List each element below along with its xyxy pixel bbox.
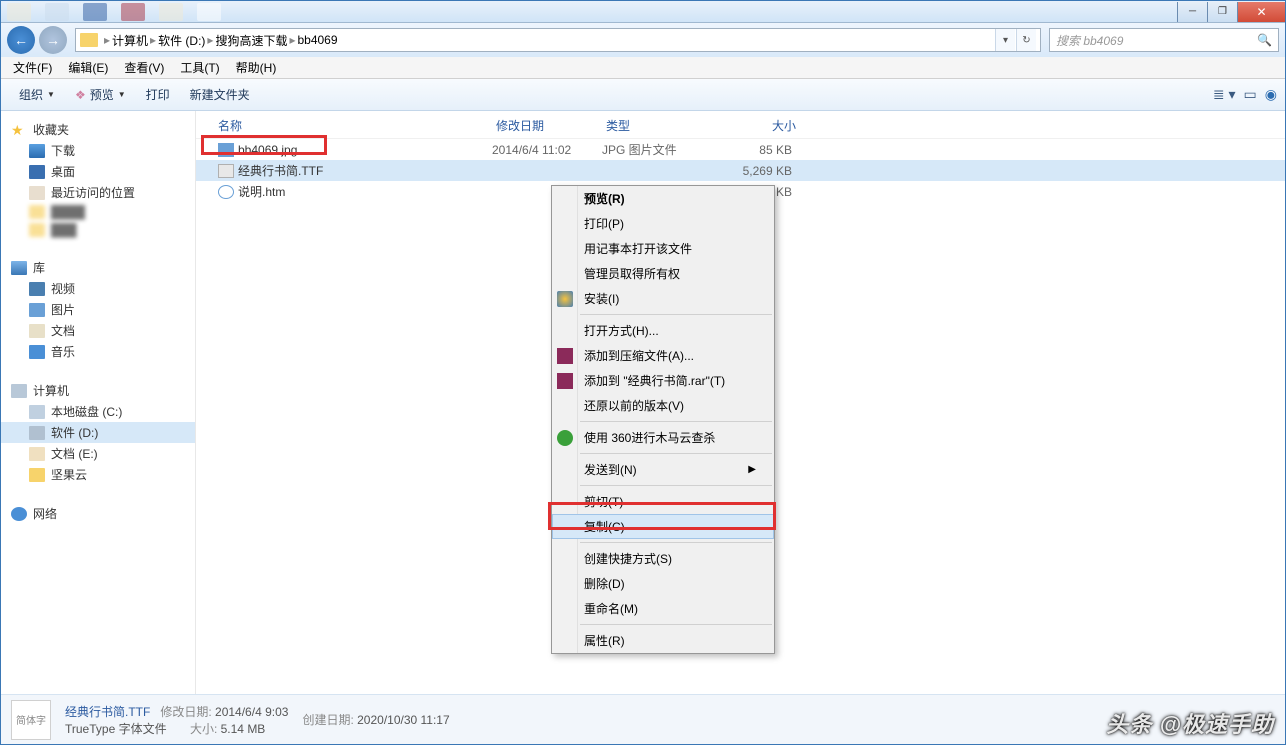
newfolder-button[interactable]: 新建文件夹 xyxy=(180,83,260,106)
bc-part[interactable]: 搜狗高速下载 xyxy=(215,32,287,49)
sidebar-item-music[interactable]: 音乐 xyxy=(1,341,195,362)
menu-view[interactable]: 查看(V) xyxy=(116,57,172,78)
rar-icon xyxy=(557,348,573,364)
sidebar-item-disk-d[interactable]: 软件 (D:) xyxy=(1,422,195,443)
jpg-icon xyxy=(218,143,234,157)
status-modified: 2014/6/4 9:03 xyxy=(215,705,288,719)
ctx-install[interactable]: 安装(I) xyxy=(552,286,774,311)
search-input[interactable]: 搜索 bb4069 🔍 xyxy=(1049,28,1279,52)
sidebar-item-jianguoyun[interactable]: 坚果云 xyxy=(1,464,195,485)
preview-button[interactable]: ❖预览▼ xyxy=(65,83,136,106)
ctx-copy[interactable]: 复制(C) xyxy=(552,514,774,539)
taskbar-icon xyxy=(45,3,69,21)
close-button[interactable]: ✕ xyxy=(1237,2,1285,22)
sidebar-item-pictures[interactable]: 图片 xyxy=(1,299,195,320)
file-row[interactable]: bb4069.jpg 2014/6/4 11:02 JPG 图片文件 85 KB xyxy=(196,139,1285,160)
ctx-rename[interactable]: 重命名(M) xyxy=(552,596,774,621)
ctx-restore[interactable]: 还原以前的版本(V) xyxy=(552,393,774,418)
taskbar-icon xyxy=(159,3,183,21)
ctx-delete[interactable]: 删除(D) xyxy=(552,571,774,596)
sidebar-item-disk-e[interactable]: 文档 (E:) xyxy=(1,443,195,464)
htm-icon xyxy=(218,185,234,199)
organize-button[interactable]: 组织▼ xyxy=(9,83,65,106)
search-icon: 🔍 xyxy=(1257,33,1272,47)
sidebar-item-videos[interactable]: 视频 xyxy=(1,278,195,299)
sidebar-item-desktop[interactable]: 桌面 xyxy=(1,161,195,182)
sidebar-libraries[interactable]: 库 xyxy=(1,257,195,278)
sidebar-item-downloads[interactable]: 下载 xyxy=(1,140,195,161)
file-row-selected[interactable]: 经典行书简.TTF 5,269 KB xyxy=(196,160,1285,181)
col-name[interactable]: 名称 xyxy=(196,117,496,134)
col-size[interactable]: 大小 xyxy=(726,117,796,134)
taskbar-icon xyxy=(83,3,107,21)
status-filetype: TrueType 字体文件 xyxy=(65,722,167,736)
ctx-cut[interactable]: 剪切(T) xyxy=(552,489,774,514)
col-type[interactable]: 类型 xyxy=(606,117,726,134)
menu-file[interactable]: 文件(F) xyxy=(5,57,60,78)
ctx-sendto[interactable]: 发送到(N)▶ xyxy=(552,457,774,482)
taskbar-icon xyxy=(7,3,31,21)
ctx-admin[interactable]: 管理员取得所有权 xyxy=(552,261,774,286)
context-menu: 预览(R) 打印(P) 用记事本打开该文件 管理员取得所有权 安装(I) 打开方… xyxy=(551,185,775,654)
ctx-shortcut[interactable]: 创建快捷方式(S) xyxy=(552,546,774,571)
ctx-print[interactable]: 打印(P) xyxy=(552,211,774,236)
menu-help[interactable]: 帮助(H) xyxy=(228,57,285,78)
ctx-preview[interactable]: 预览(R) xyxy=(552,186,774,211)
view-mode-button[interactable]: ≣ ▾ xyxy=(1213,86,1236,103)
ctx-notepad[interactable]: 用记事本打开该文件 xyxy=(552,236,774,261)
ctx-properties[interactable]: 属性(R) xyxy=(552,628,774,653)
help-button[interactable]: ◉ xyxy=(1265,86,1277,103)
360-icon xyxy=(557,430,573,446)
toolbar: 组织▼ ❖预览▼ 打印 新建文件夹 ≣ ▾ ▭ ◉ xyxy=(1,79,1285,111)
status-filename: 经典行书简.TTF xyxy=(65,705,150,719)
folder-icon xyxy=(80,33,98,47)
print-button[interactable]: 打印 xyxy=(136,83,180,106)
ctx-scan360[interactable]: 使用 360进行木马云查杀 xyxy=(552,425,774,450)
sidebar-item-blurred[interactable]: ████ xyxy=(1,203,195,221)
ctx-addarchive[interactable]: 添加到压缩文件(A)... xyxy=(552,343,774,368)
refresh-button[interactable]: ↻ xyxy=(1016,29,1036,51)
col-date[interactable]: 修改日期 xyxy=(496,117,606,134)
bc-part[interactable]: 计算机 xyxy=(112,32,148,49)
search-placeholder: 搜索 bb4069 xyxy=(1056,32,1123,49)
rar-icon xyxy=(557,373,573,389)
status-created: 2020/10/30 11:17 xyxy=(357,713,450,727)
menu-tools[interactable]: 工具(T) xyxy=(172,57,227,78)
bc-part[interactable]: bb4069 xyxy=(297,33,337,47)
bc-dropdown[interactable]: ▾ xyxy=(995,29,1015,51)
sidebar-item-blurred[interactable]: ███ xyxy=(1,221,195,239)
statusbar: 简体字 经典行书简.TTF 修改日期: 2014/6/4 9:03 TrueTy… xyxy=(1,694,1285,744)
explorer-window: ─ ❐ ✕ ← → ▸ 计算机▸ 软件 (D:)▸ 搜狗高速下载▸ bb4069… xyxy=(0,0,1286,745)
breadcrumb[interactable]: ▸ 计算机▸ 软件 (D:)▸ 搜狗高速下载▸ bb4069 ▾↻ xyxy=(75,28,1041,52)
ttf-icon xyxy=(218,164,234,178)
back-button[interactable]: ← xyxy=(7,26,35,54)
sidebar-computer[interactable]: 计算机 xyxy=(1,380,195,401)
sidebar-favorites[interactable]: ★收藏夹 xyxy=(1,119,195,140)
navbar: ← → ▸ 计算机▸ 软件 (D:)▸ 搜狗高速下载▸ bb4069 ▾↻ 搜索… xyxy=(1,23,1285,57)
preview-pane-button[interactable]: ▭ xyxy=(1244,86,1257,103)
file-thumbnail: 简体字 xyxy=(11,700,51,740)
ctx-addrar[interactable]: 添加到 "经典行书简.rar"(T) xyxy=(552,368,774,393)
menubar: 文件(F) 编辑(E) 查看(V) 工具(T) 帮助(H) xyxy=(1,57,1285,79)
ctx-openwith[interactable]: 打开方式(H)... xyxy=(552,318,774,343)
sidebar-item-recent[interactable]: 最近访问的位置 xyxy=(1,182,195,203)
sidebar-network[interactable]: 网络 xyxy=(1,503,195,524)
titlebar: ─ ❐ ✕ xyxy=(1,1,1285,23)
column-headers: 名称 修改日期 类型 大小 xyxy=(196,111,1285,139)
forward-button[interactable]: → xyxy=(39,26,67,54)
sidebar: ★收藏夹 下载 桌面 最近访问的位置 ████ ███ 库 视频 图片 文档 音… xyxy=(1,111,196,694)
sidebar-item-disk-c[interactable]: 本地磁盘 (C:) xyxy=(1,401,195,422)
bc-part[interactable]: 软件 (D:) xyxy=(158,32,205,49)
menu-edit[interactable]: 编辑(E) xyxy=(60,57,116,78)
taskbar-icon xyxy=(197,3,221,21)
maximize-button[interactable]: ❐ xyxy=(1207,2,1237,22)
status-size: 5.14 MB xyxy=(221,722,266,736)
shield-icon xyxy=(557,291,573,307)
minimize-button[interactable]: ─ xyxy=(1177,2,1207,22)
sidebar-item-documents[interactable]: 文档 xyxy=(1,320,195,341)
taskbar-icon xyxy=(121,3,145,21)
